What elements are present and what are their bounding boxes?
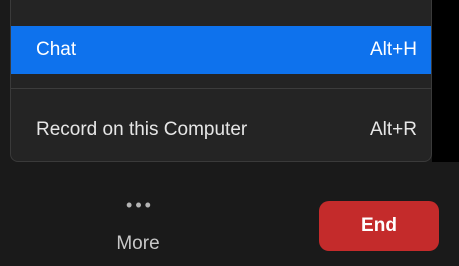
menu-separator — [11, 88, 431, 89]
menu-item-shortcut: Alt+H — [370, 39, 417, 60]
menu-item-label: Chat — [36, 39, 77, 60]
meeting-window: ••• More End Chat Alt+H Record on this C… — [0, 0, 459, 266]
background-strip — [432, 0, 459, 162]
menu-item-shortcut: Alt+R — [370, 119, 417, 140]
more-button[interactable]: ••• More — [98, 195, 178, 266]
end-meeting-button[interactable]: End — [319, 201, 439, 251]
menu-item-label: Record on this Computer — [36, 119, 248, 140]
more-menu: Chat Alt+H Record on this Computer Alt+R — [10, 0, 432, 162]
more-dots-icon: ••• — [126, 195, 154, 215]
menu-item-chat[interactable]: Chat Alt+H — [11, 26, 431, 74]
more-label: More — [116, 233, 160, 254]
menu-item-record-on-computer[interactable]: Record on this Computer Alt+R — [11, 106, 431, 154]
